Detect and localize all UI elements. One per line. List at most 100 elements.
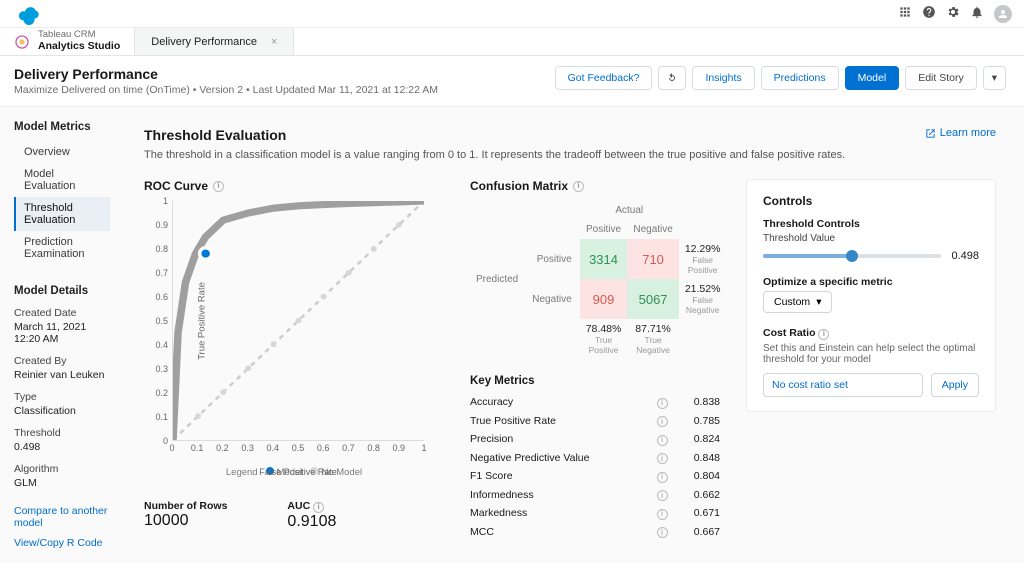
page-tab[interactable]: Delivery Performance ×	[135, 28, 294, 55]
y-tick: 0.3	[155, 364, 168, 374]
model-button[interactable]: Model	[845, 66, 900, 90]
x-tick: 0.7	[342, 443, 355, 453]
metric-name: Markedness	[470, 507, 654, 519]
x-tick: 0.9	[393, 443, 406, 453]
view-r-code-link[interactable]: View/Copy R Code	[14, 537, 110, 549]
x-tick: 0.8	[367, 443, 380, 453]
sidebar-item-threshold-evaluation[interactable]: Threshold Evaluation	[14, 197, 110, 231]
metric-name: Precision	[470, 433, 654, 445]
main-title: Threshold Evaluation	[144, 127, 925, 143]
cost-ratio-label: Cost Ratio	[763, 327, 816, 339]
info-icon[interactable]: i	[657, 398, 668, 409]
detail-key: Created Date	[14, 307, 110, 319]
close-icon[interactable]: ×	[271, 36, 277, 48]
metric-name: F1 Score	[470, 470, 654, 482]
learn-more-link[interactable]: Learn more	[925, 127, 996, 139]
x-tick: 1	[421, 443, 426, 453]
info-icon[interactable]: i	[657, 490, 668, 501]
confusion-title: Confusion Matrix	[470, 179, 568, 193]
page-header: Delivery Performance Maximize Delivered …	[0, 56, 1024, 107]
feedback-button[interactable]: Got Feedback?	[555, 66, 653, 90]
app-name: Analytics Studio	[38, 40, 120, 52]
predictions-button[interactable]: Predictions	[761, 66, 839, 90]
detail-key: Threshold	[14, 427, 110, 439]
y-tick: 0.1	[155, 412, 168, 422]
refresh-button[interactable]	[658, 66, 686, 90]
detail-value: March 11, 2021 12:20 AM	[14, 321, 110, 345]
metric-name: Negative Predictive Value	[470, 452, 654, 464]
info-icon[interactable]: i	[657, 416, 668, 427]
external-link-icon	[925, 128, 936, 139]
info-icon[interactable]: i	[573, 181, 584, 192]
left-sidebar: Model Metrics Overview Model Evaluation …	[0, 107, 116, 563]
info-icon[interactable]: i	[657, 509, 668, 520]
x-tick: 0	[169, 443, 174, 453]
metric-row: Accuracyi0.838	[470, 393, 720, 412]
main-description: The threshold in a classification model …	[144, 149, 996, 161]
info-icon[interactable]: i	[657, 435, 668, 446]
sidebar-item-model-evaluation[interactable]: Model Evaluation	[14, 163, 110, 197]
help-icon[interactable]	[922, 5, 936, 22]
info-icon[interactable]: i	[657, 527, 668, 538]
metric-value: 0.671	[670, 507, 720, 519]
y-tick: 1	[163, 196, 168, 206]
x-tick: 0.4	[267, 443, 280, 453]
y-tick: 0.4	[155, 340, 168, 350]
metric-value: 0.848	[670, 452, 720, 464]
cost-ratio-input[interactable]: No cost ratio set	[763, 373, 923, 397]
slider-thumb[interactable]	[846, 250, 858, 262]
detail-value: Classification	[14, 405, 110, 417]
metric-value: 0.824	[670, 433, 720, 445]
apply-button[interactable]: Apply	[931, 373, 979, 397]
metric-value: 0.838	[670, 396, 720, 408]
threshold-value-label: Threshold Value	[763, 233, 979, 244]
y-tick: 0.2	[155, 388, 168, 398]
sidebar-metrics-header: Model Metrics	[14, 121, 110, 133]
threshold-slider[interactable]	[763, 254, 941, 258]
metric-row: Informednessi0.662	[470, 486, 720, 505]
apps-icon[interactable]	[898, 5, 912, 22]
detail-value: GLM	[14, 477, 110, 489]
threshold-value: 0.498	[951, 250, 979, 262]
info-icon[interactable]: i	[818, 329, 829, 340]
edit-story-button[interactable]: Edit Story	[905, 66, 977, 90]
metric-name: Accuracy	[470, 396, 654, 408]
y-tick: 0.9	[155, 220, 168, 230]
x-tick: 0.1	[191, 443, 204, 453]
rows-value: 10000	[144, 512, 227, 530]
tabbar: Tableau CRMAnalytics Studio Delivery Per…	[0, 28, 1024, 56]
confusion-matrix: Actual PositiveNegative PredictedPositiv…	[470, 201, 726, 359]
metric-value: 0.667	[670, 526, 720, 538]
page-title: Delivery Performance	[14, 66, 555, 82]
app-suite: Tableau CRM	[38, 30, 120, 40]
info-icon[interactable]: i	[657, 472, 668, 483]
metric-row: True Positive Ratei0.785	[470, 412, 720, 431]
metric-row: Markednessi0.671	[470, 504, 720, 523]
y-tick: 0	[163, 436, 168, 446]
y-tick: 0.6	[155, 292, 168, 302]
page-subtitle: Maximize Delivered on time (OnTime) • Ve…	[14, 84, 555, 96]
optimize-metric-select[interactable]: Custom▾	[763, 291, 832, 313]
sidebar-details-header: Model Details	[14, 285, 110, 297]
info-icon[interactable]: i	[313, 502, 324, 513]
global-topbar	[0, 0, 1024, 28]
insights-button[interactable]: Insights	[692, 66, 754, 90]
info-icon[interactable]: i	[657, 453, 668, 464]
user-avatar[interactable]	[994, 5, 1012, 23]
sidebar-item-overview[interactable]: Overview	[14, 141, 110, 163]
compare-model-link[interactable]: Compare to another model	[14, 505, 110, 529]
x-tick: 0.5	[292, 443, 305, 453]
controls-panel: Controls Threshold Controls Threshold Va…	[746, 179, 996, 412]
rows-label: Number of Rows	[144, 500, 227, 512]
metric-name: MCC	[470, 526, 654, 538]
key-metrics-title: Key Metrics	[470, 375, 720, 387]
detail-key: Created By	[14, 355, 110, 367]
roc-chart: 00.10.20.30.40.50.60.70.80.91 True Posit…	[144, 201, 424, 461]
sidebar-item-prediction-examination[interactable]: Prediction Examination	[14, 231, 110, 265]
info-icon[interactable]: i	[213, 181, 224, 192]
settings-icon[interactable]	[946, 5, 960, 22]
studio-tab[interactable]: Tableau CRMAnalytics Studio	[0, 28, 135, 55]
metric-name: True Positive Rate	[470, 415, 654, 427]
edit-story-menu-button[interactable]: ▾	[983, 66, 1006, 90]
notifications-icon[interactable]	[970, 5, 984, 22]
